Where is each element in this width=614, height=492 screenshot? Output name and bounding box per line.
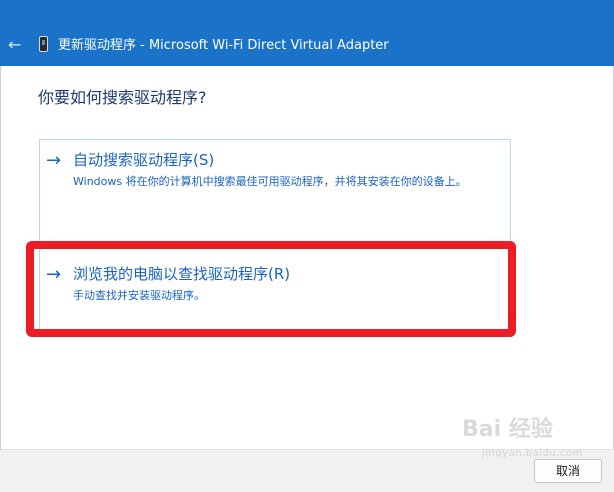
page-heading: 你要如何搜索驱动程序? [38,88,207,107]
back-arrow-icon[interactable]: ← [8,35,21,55]
device-icon [39,36,48,52]
arrow-right-icon: → [46,150,62,171]
red-highlight-box [26,241,516,337]
window-title: 更新驱动程序 - Microsoft Wi-Fi Direct Virtual … [58,38,389,53]
cancel-button[interactable]: 取消 [534,459,602,483]
watermark-brand: Bai 经验 [462,417,553,442]
auto-search-description: Windows 将在你的计算机中搜索最佳可用驱动程序，并将其安装在你的设备上。 [73,175,467,188]
auto-search-option[interactable]: → 自动搜索驱动程序(S) Windows 将在你的计算机中搜索最佳可用驱动程序… [41,150,501,196]
auto-search-title: 自动搜索驱动程序(S) [73,151,215,169]
left-border [0,66,1,449]
baidu-watermark: Bai 经验 jingyan.baidu.com [462,418,602,462]
title-bar: ← 更新驱动程序 - Microsoft Wi-Fi Direct Virtua… [0,0,614,66]
